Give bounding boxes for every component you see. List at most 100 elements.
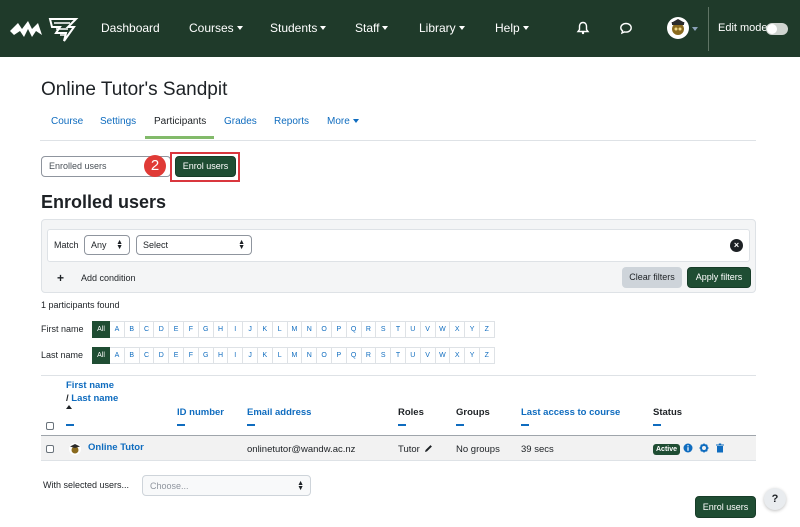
first-initial-c[interactable]: C [139, 321, 155, 338]
last-initial-r[interactable]: R [361, 347, 377, 364]
last-initial-all[interactable]: All [92, 347, 110, 364]
first-initial-d[interactable]: D [154, 321, 170, 338]
last-initial-c[interactable]: C [139, 347, 155, 364]
last-initial-q[interactable]: Q [346, 347, 362, 364]
first-initial-u[interactable]: U [405, 321, 421, 338]
first-initial-e[interactable]: E [169, 321, 184, 338]
site-logo[interactable] [8, 15, 80, 43]
first-initial-s[interactable]: S [376, 321, 392, 338]
last-initial-p[interactable]: P [331, 347, 347, 364]
pencil-icon[interactable] [424, 444, 433, 453]
trash-icon[interactable] [715, 443, 725, 453]
tab-settings[interactable]: Settings [100, 116, 136, 127]
last-initial-b[interactable]: B [124, 347, 140, 364]
last-initial-o[interactable]: O [317, 347, 332, 364]
plus-icon[interactable]: + [57, 271, 64, 285]
row-select-checkbox[interactable] [46, 445, 54, 453]
first-initial-t[interactable]: T [391, 321, 406, 338]
tab-course[interactable]: Course [51, 116, 83, 127]
collapse-column-icon[interactable] [653, 424, 661, 426]
first-initial-o[interactable]: O [317, 321, 332, 338]
collapse-column-icon[interactable] [66, 424, 74, 426]
last-initial-t[interactable]: T [391, 347, 406, 364]
sort-first-name[interactable]: First name [66, 380, 114, 391]
first-initial-b[interactable]: B [124, 321, 140, 338]
first-initial-l[interactable]: L [272, 321, 288, 338]
collapse-column-icon[interactable] [398, 424, 406, 426]
first-initial-all[interactable]: All [92, 321, 110, 338]
first-initial-j[interactable]: J [243, 321, 258, 338]
first-initial-y[interactable]: Y [465, 321, 480, 338]
nav-library[interactable]: Library [419, 21, 465, 35]
clear-filters-button[interactable]: Clear filters [622, 267, 682, 288]
sort-email[interactable]: Email address [247, 407, 311, 418]
first-initial-i[interactable]: I [228, 321, 244, 338]
help-button[interactable]: ? [764, 488, 786, 510]
collapse-column-icon[interactable] [177, 424, 185, 426]
first-initial-n[interactable]: N [302, 321, 318, 338]
last-initial-d[interactable]: D [154, 347, 170, 364]
chevron-down-icon[interactable] [692, 27, 698, 31]
last-initial-f[interactable]: F [183, 347, 199, 364]
first-initial-f[interactable]: F [183, 321, 199, 338]
first-initial-v[interactable]: V [420, 321, 436, 338]
participant-name-link[interactable]: Online Tutor [88, 442, 144, 453]
user-avatar[interactable] [667, 17, 689, 39]
gear-icon[interactable] [699, 443, 709, 453]
last-initial-v[interactable]: V [420, 347, 436, 364]
first-initial-q[interactable]: Q [346, 321, 362, 338]
first-initial-m[interactable]: M [287, 321, 303, 338]
first-initial-z[interactable]: Z [479, 321, 495, 338]
edit-mode-toggle[interactable] [766, 23, 788, 35]
last-initial-u[interactable]: U [405, 347, 421, 364]
sort-last-access[interactable]: Last access to course [521, 407, 620, 418]
bulk-action-select[interactable]: Choose... ▲ ▼ [142, 475, 311, 496]
last-initial-y[interactable]: Y [465, 347, 480, 364]
first-initial-h[interactable]: H [213, 321, 229, 338]
select-all-checkbox[interactable] [46, 422, 54, 430]
last-initial-w[interactable]: W [435, 347, 451, 364]
sort-id-number[interactable]: ID number [177, 407, 224, 418]
last-initial-k[interactable]: K [257, 347, 273, 364]
nav-help[interactable]: Help [495, 21, 529, 35]
collapse-column-icon[interactable] [247, 424, 255, 426]
first-initial-g[interactable]: G [198, 321, 214, 338]
enrol-users-button-bottom[interactable]: Enrol users [695, 496, 756, 518]
last-initial-x[interactable]: X [450, 347, 466, 364]
first-initial-x[interactable]: X [450, 321, 466, 338]
tab-more[interactable]: More [327, 116, 359, 127]
match-select[interactable]: Any ▲ ▼ [84, 235, 130, 255]
first-initial-w[interactable]: W [435, 321, 451, 338]
collapse-column-icon[interactable] [456, 424, 464, 426]
apply-filters-button[interactable]: Apply filters [687, 267, 751, 288]
nav-courses[interactable]: Courses [189, 21, 243, 35]
last-initial-l[interactable]: L [272, 347, 288, 364]
filter-type-select[interactable]: Select ▲ ▼ [136, 235, 252, 255]
tab-reports[interactable]: Reports [274, 116, 309, 127]
last-initial-g[interactable]: G [198, 347, 214, 364]
last-initial-e[interactable]: E [169, 347, 184, 364]
nav-students[interactable]: Students [270, 21, 327, 35]
last-initial-s[interactable]: S [376, 347, 392, 364]
last-initial-n[interactable]: N [302, 347, 318, 364]
add-condition-link[interactable]: Add condition [81, 273, 136, 283]
remove-filter-icon[interactable]: × [730, 239, 743, 252]
tab-participants[interactable]: Participants [154, 116, 206, 127]
first-initial-a[interactable]: A [110, 321, 125, 338]
first-initial-p[interactable]: P [331, 321, 347, 338]
last-initial-m[interactable]: M [287, 347, 303, 364]
tab-grades[interactable]: Grades [224, 116, 257, 127]
enrol-users-button[interactable]: Enrol users [175, 156, 236, 177]
last-initial-z[interactable]: Z [479, 347, 495, 364]
nav-staff[interactable]: Staff [355, 21, 389, 35]
last-initial-h[interactable]: H [213, 347, 229, 364]
bell-icon[interactable] [576, 21, 590, 35]
last-initial-i[interactable]: I [228, 347, 244, 364]
info-icon[interactable] [683, 443, 693, 453]
collapse-column-icon[interactable] [521, 424, 529, 426]
first-initial-r[interactable]: R [361, 321, 377, 338]
nav-dashboard[interactable]: Dashboard [101, 21, 160, 35]
last-initial-a[interactable]: A [110, 347, 125, 364]
sort-last-name[interactable]: Last name [71, 393, 118, 404]
chat-icon[interactable] [619, 21, 633, 35]
